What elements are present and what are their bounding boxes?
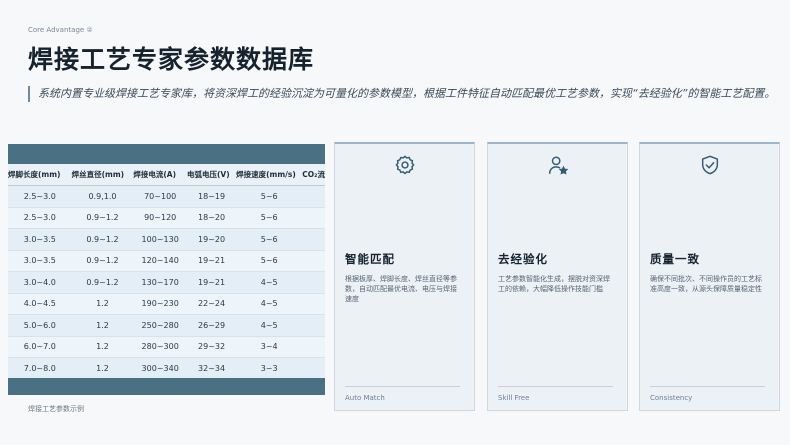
table-cell bbox=[302, 228, 325, 251]
kicker: Core Advantage ② bbox=[28, 26, 93, 34]
table-bottom-bar bbox=[8, 378, 325, 395]
table-cell: 300~340 bbox=[133, 357, 187, 380]
table-cell: 0.9~1.2 bbox=[71, 207, 134, 229]
col-header-speed: 焊接速度(mm/s) bbox=[236, 164, 303, 186]
table-cell: 0.9~1.2 bbox=[71, 271, 134, 294]
table-cell bbox=[302, 185, 325, 208]
card-footer-label: Skill Free bbox=[498, 394, 530, 402]
card-smart-match: 智能匹配 根据板厚、焊脚长度、焊丝直径等参数，自动匹配最优电流、电压与焊接速度 … bbox=[334, 142, 475, 411]
table-cell: 3~4 bbox=[236, 336, 303, 358]
card-description: 根据板厚、焊脚长度、焊丝直径等参数，自动匹配最优电流、电压与焊接速度 bbox=[345, 275, 457, 303]
card-description: 确保不同批次、不同操作员的工艺标准高度一致，从源头保障质量稳定性 bbox=[650, 275, 762, 293]
user-star-icon bbox=[547, 154, 569, 176]
table-row: 2.5~3.0 0.9~1.2 90~120 18~20 5~6 bbox=[8, 207, 325, 229]
table-row: 6.0~7.0 1.2 280~300 29~32 3~4 bbox=[8, 336, 325, 358]
table-cell: 3.0~4.0 bbox=[8, 271, 72, 294]
table-caption: 焊接工艺参数示例 bbox=[28, 405, 84, 413]
card-title: 去经验化 bbox=[498, 252, 548, 266]
table-cell: 19~21 bbox=[186, 250, 237, 272]
table-cell: 3.0~3.5 bbox=[8, 228, 72, 251]
table-cell bbox=[302, 271, 325, 294]
table-cell: 32~34 bbox=[186, 357, 237, 380]
table-cell: 4~5 bbox=[236, 293, 303, 315]
card-footer-label: Auto Match bbox=[345, 394, 385, 402]
table-cell: 280~300 bbox=[133, 336, 187, 358]
table-cell: 5~6 bbox=[236, 207, 303, 229]
table-cell: 5~6 bbox=[236, 185, 303, 208]
gear-icon bbox=[394, 154, 416, 176]
table-cell: 130~170 bbox=[133, 271, 187, 294]
card-skill-free: 去经验化 工艺参数智能化生成，摆脱对资深焊工的依赖，大幅降低操作技能门槛 Ski… bbox=[487, 142, 628, 411]
table-cell: 19~20 bbox=[186, 228, 237, 251]
table-cell bbox=[302, 357, 325, 380]
table-cell: 5~6 bbox=[236, 228, 303, 251]
table-cell: 4.0~4.5 bbox=[8, 293, 72, 315]
table-cell: 2.5~3.0 bbox=[8, 207, 72, 229]
col-header-fillet: 焊脚长度(mm) bbox=[8, 164, 72, 186]
table-header-row: 焊脚长度(mm) 焊丝直径(mm) 焊接电流(A) 电弧电压(V) 焊接速度(m… bbox=[8, 164, 325, 186]
table-cell: 19~21 bbox=[186, 271, 237, 294]
table-cell: 0.9~1.2 bbox=[71, 250, 134, 272]
card-title: 智能匹配 bbox=[345, 252, 395, 266]
table-cell bbox=[302, 336, 325, 358]
table-cell: 22~24 bbox=[186, 293, 237, 315]
table-row: 7.0~8.0 1.2 300~340 32~34 3~3 bbox=[8, 357, 325, 380]
table-cell bbox=[302, 250, 325, 272]
table-cell: 120~140 bbox=[133, 250, 187, 272]
table-top-bar bbox=[8, 144, 325, 164]
table-cell: 100~130 bbox=[133, 228, 187, 251]
table-cell: 4~5 bbox=[236, 314, 303, 337]
table-cell: 18~20 bbox=[186, 207, 237, 229]
col-header-current: 焊接电流(A) bbox=[133, 164, 187, 186]
table-cell bbox=[302, 314, 325, 337]
card-divider bbox=[498, 386, 613, 387]
table-cell: 18~19 bbox=[186, 185, 237, 208]
table-cell bbox=[302, 207, 325, 229]
table-cell: 2.5~3.0 bbox=[8, 185, 72, 208]
table-cell: 26~29 bbox=[186, 314, 237, 337]
card-consistency: 质量一致 确保不同批次、不同操作员的工艺标准高度一致，从源头保障质量稳定性 Co… bbox=[639, 142, 780, 411]
table-cell: 0.9,1.0 bbox=[71, 185, 134, 208]
table-cell: 7.0~8.0 bbox=[8, 357, 72, 380]
table-cell: 1.2 bbox=[71, 336, 134, 358]
parameter-table: 焊脚长度(mm) 焊丝直径(mm) 焊接电流(A) 电弧电压(V) 焊接速度(m… bbox=[8, 164, 325, 380]
table-cell: 3.0~3.5 bbox=[8, 250, 72, 272]
table-cell: 90~120 bbox=[133, 207, 187, 229]
table-row: 3.0~3.5 0.9~1.2 120~140 19~21 5~6 bbox=[8, 250, 325, 272]
card-description: 工艺参数智能化生成，摆脱对资深焊工的依赖，大幅降低操作技能门槛 bbox=[498, 275, 610, 293]
card-divider bbox=[345, 386, 460, 387]
card-title: 质量一致 bbox=[650, 252, 700, 266]
table-row: 4.0~4.5 1.2 190~230 22~24 4~5 bbox=[8, 293, 325, 315]
table-cell: 1.2 bbox=[71, 314, 134, 337]
col-header-voltage: 电弧电压(V) bbox=[186, 164, 237, 186]
table-cell: 5.0~6.0 bbox=[8, 314, 72, 337]
table-row: 3.0~3.5 0.9~1.2 100~130 19~20 5~6 bbox=[8, 228, 325, 251]
table-cell: 3~3 bbox=[236, 357, 303, 380]
table-cell: 70~100 bbox=[133, 185, 187, 208]
shield-check-icon bbox=[699, 154, 721, 176]
card-divider bbox=[650, 386, 765, 387]
table-cell: 190~230 bbox=[133, 293, 187, 315]
card-footer-label: Consistency bbox=[650, 394, 693, 402]
table-row: 5.0~6.0 1.2 250~280 26~29 4~5 bbox=[8, 314, 325, 337]
table-cell bbox=[302, 293, 325, 315]
table-row: 2.5~3.0 0.9,1.0 70~100 18~19 5~6 bbox=[8, 185, 325, 208]
table-cell: 4~5 bbox=[236, 271, 303, 294]
table-cell: 6.0~7.0 bbox=[8, 336, 72, 358]
lead-paragraph: 系统内置专业级焊接工艺专家库，将资深焊工的经验沉淀为可量化的参数模型，根据工件特… bbox=[28, 86, 778, 102]
table-cell: 5~6 bbox=[236, 250, 303, 272]
table-cell: 250~280 bbox=[133, 314, 187, 337]
col-header-gas: CO₂流 bbox=[302, 164, 325, 186]
table-cell: 1.2 bbox=[71, 357, 134, 380]
table-row: 3.0~4.0 0.9~1.2 130~170 19~21 4~5 bbox=[8, 271, 325, 294]
page-title: 焊接工艺专家参数数据库 bbox=[28, 45, 315, 74]
parameter-table-panel: 焊脚长度(mm) 焊丝直径(mm) 焊接电流(A) 电弧电压(V) 焊接速度(m… bbox=[8, 144, 325, 395]
table-cell: 29~32 bbox=[186, 336, 237, 358]
col-header-wire: 焊丝直径(mm) bbox=[71, 164, 134, 186]
table-cell: 1.2 bbox=[71, 293, 134, 315]
table-cell: 0.9~1.2 bbox=[71, 228, 134, 251]
